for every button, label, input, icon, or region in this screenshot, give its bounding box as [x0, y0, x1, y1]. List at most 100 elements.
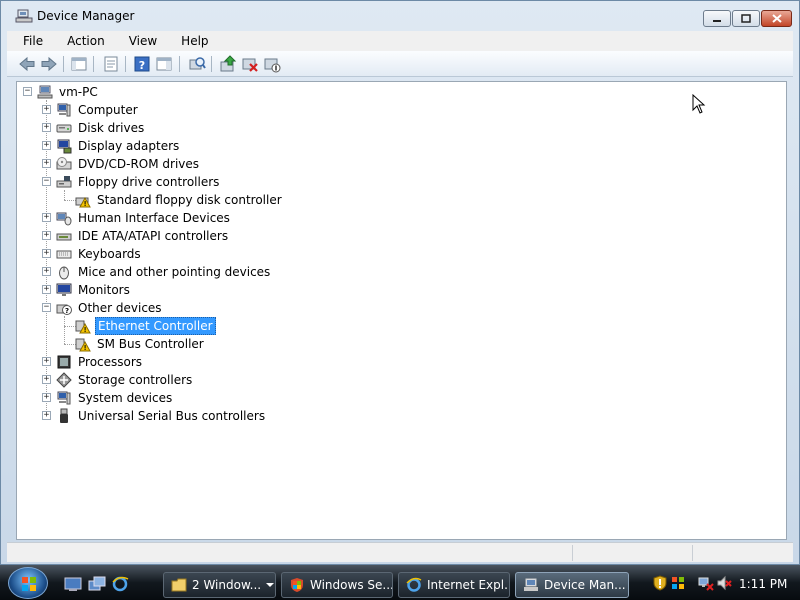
tree-item[interactable]: + Keyboards: [17, 245, 777, 263]
taskbar-button-device-manager[interactable]: Device Man...: [515, 572, 629, 598]
tree-item-label: System devices: [78, 391, 173, 405]
minimize-button[interactable]: [703, 10, 731, 27]
storage-controller-icon: [56, 372, 72, 388]
show-hide-console-tree-icon[interactable]: [69, 54, 89, 74]
taskbar-button-explorer[interactable]: 2 Window...: [163, 572, 276, 598]
menu-file[interactable]: File: [15, 34, 51, 48]
collapse-toggle[interactable]: −: [42, 303, 51, 312]
expand-toggle[interactable]: +: [42, 411, 51, 420]
taskbar-button-windows-security[interactable]: Windows Se...: [281, 572, 393, 598]
uninstall-icon[interactable]: [240, 54, 260, 74]
taskbar-button-label: Device Man...: [544, 578, 626, 592]
tree-item-label: Computer: [78, 103, 138, 117]
mouse-cursor-icon: [692, 94, 706, 114]
device-manager-window: Device Manager File Action View Help ? −…: [0, 0, 800, 565]
tree-item-label: Keyboards: [78, 247, 141, 261]
volume-muted-icon[interactable]: [716, 575, 732, 591]
menu-bar: File Action View Help: [7, 31, 793, 51]
tree-root-label: vm-PC: [59, 85, 98, 99]
switch-windows-icon[interactable]: [88, 576, 106, 592]
expand-toggle[interactable]: +: [42, 123, 51, 132]
tree-item[interactable]: + Monitors: [17, 281, 777, 299]
tree-item[interactable]: + IDE ATA/ATAPI controllers: [17, 227, 777, 245]
tree-item-label: Human Interface Devices: [78, 211, 230, 225]
tree-item[interactable]: + Computer: [17, 101, 777, 119]
menu-help[interactable]: Help: [173, 34, 216, 48]
scan-hardware-icon[interactable]: [187, 54, 207, 74]
tree-item[interactable]: − ? Other devices: [17, 299, 777, 317]
tree-item-label: Processors: [78, 355, 143, 369]
device-manager-icon: [15, 9, 33, 23]
tree-item[interactable]: + Storage controllers: [17, 371, 777, 389]
tree-item-label: Storage controllers: [78, 373, 193, 387]
expand-toggle[interactable]: +: [42, 357, 51, 366]
tree-item[interactable]: + Mice and other pointing devices: [17, 263, 777, 281]
floppy-controller-icon: [56, 176, 72, 188]
expand-toggle[interactable]: +: [42, 249, 51, 258]
taskbar-button-label: 2 Window...: [192, 578, 261, 592]
tree-item[interactable]: − Floppy drive controllers: [17, 173, 777, 191]
maximize-button[interactable]: [732, 10, 760, 27]
expand-toggle[interactable]: +: [42, 285, 51, 294]
tree-item[interactable]: + Processors: [17, 353, 777, 371]
taskbar-clock[interactable]: 1:11 PM: [739, 577, 787, 591]
tree-item[interactable]: + DVD/CD-ROM drives: [17, 155, 777, 173]
tree-item-label: Other devices: [78, 301, 162, 315]
close-icon: [771, 14, 782, 23]
expand-toggle[interactable]: +: [42, 375, 51, 384]
tree-root[interactable]: − vm-PC: [17, 83, 777, 101]
warning-device-icon: [75, 196, 91, 208]
collapse-toggle[interactable]: −: [23, 87, 32, 96]
processor-icon: [57, 355, 71, 369]
svg-text:?: ?: [139, 59, 145, 72]
tree-item[interactable]: + System devices: [17, 389, 777, 407]
device-tree[interactable]: − vm-PC + Computer + Disk drives + Displ…: [16, 81, 787, 540]
tree-child-item[interactable]: Ethernet Controller: [17, 317, 777, 335]
hid-icon: [56, 212, 72, 226]
status-panel: [692, 545, 792, 561]
system-tray: 1:11 PM: [646, 567, 800, 600]
expand-toggle[interactable]: +: [42, 393, 51, 402]
close-button[interactable]: [761, 10, 792, 27]
properties-icon[interactable]: [101, 54, 121, 74]
tree-item-label: Display adapters: [78, 139, 180, 153]
menu-view[interactable]: View: [121, 34, 165, 48]
collapse-toggle[interactable]: −: [42, 177, 51, 186]
windows-security-icon: [291, 578, 303, 592]
expand-toggle[interactable]: +: [42, 231, 51, 240]
tree-child-item[interactable]: Standard floppy disk controller: [17, 191, 777, 209]
expand-toggle[interactable]: +: [42, 141, 51, 150]
disk-drive-icon: [56, 124, 72, 133]
forward-arrow-icon[interactable]: [39, 54, 59, 74]
disable-device-icon[interactable]: [262, 54, 282, 74]
expand-toggle[interactable]: +: [42, 159, 51, 168]
unknown-device-icon: ?: [56, 304, 72, 315]
maximize-icon: [741, 14, 751, 23]
taskbar-button-internet-explorer[interactable]: Internet Expl...: [398, 572, 510, 598]
internet-explorer-icon[interactable]: [111, 576, 129, 592]
tree-child-item[interactable]: SM Bus Controller: [17, 335, 777, 353]
toolbar: ?: [7, 51, 793, 77]
show-desktop-icon[interactable]: [64, 576, 82, 592]
title-bar[interactable]: Device Manager: [1, 1, 799, 29]
tree-item[interactable]: + Display adapters: [17, 137, 777, 155]
expand-toggle[interactable]: +: [42, 213, 51, 222]
tree-item[interactable]: + Universal Serial Bus controllers: [17, 407, 777, 425]
expand-toggle[interactable]: +: [42, 267, 51, 276]
back-arrow-icon[interactable]: [17, 54, 37, 74]
tree-item[interactable]: + Human Interface Devices: [17, 209, 777, 227]
help-icon[interactable]: ?: [132, 54, 152, 74]
menu-action[interactable]: Action: [59, 34, 113, 48]
tree-child-label: SM Bus Controller: [97, 337, 204, 351]
update-driver-icon[interactable]: [218, 54, 238, 74]
display-adapter-icon: [57, 139, 72, 154]
start-button[interactable]: [8, 567, 48, 599]
security-shield-icon[interactable]: [652, 575, 668, 591]
chevron-down-icon: [266, 583, 274, 587]
expand-toggle[interactable]: +: [42, 105, 51, 114]
tree-item[interactable]: + Disk drives: [17, 119, 777, 137]
network-disconnected-icon[interactable]: [698, 575, 714, 591]
status-bar: [7, 542, 793, 562]
action-pane-icon[interactable]: [154, 54, 174, 74]
windows-flag-icon[interactable]: [670, 575, 686, 591]
